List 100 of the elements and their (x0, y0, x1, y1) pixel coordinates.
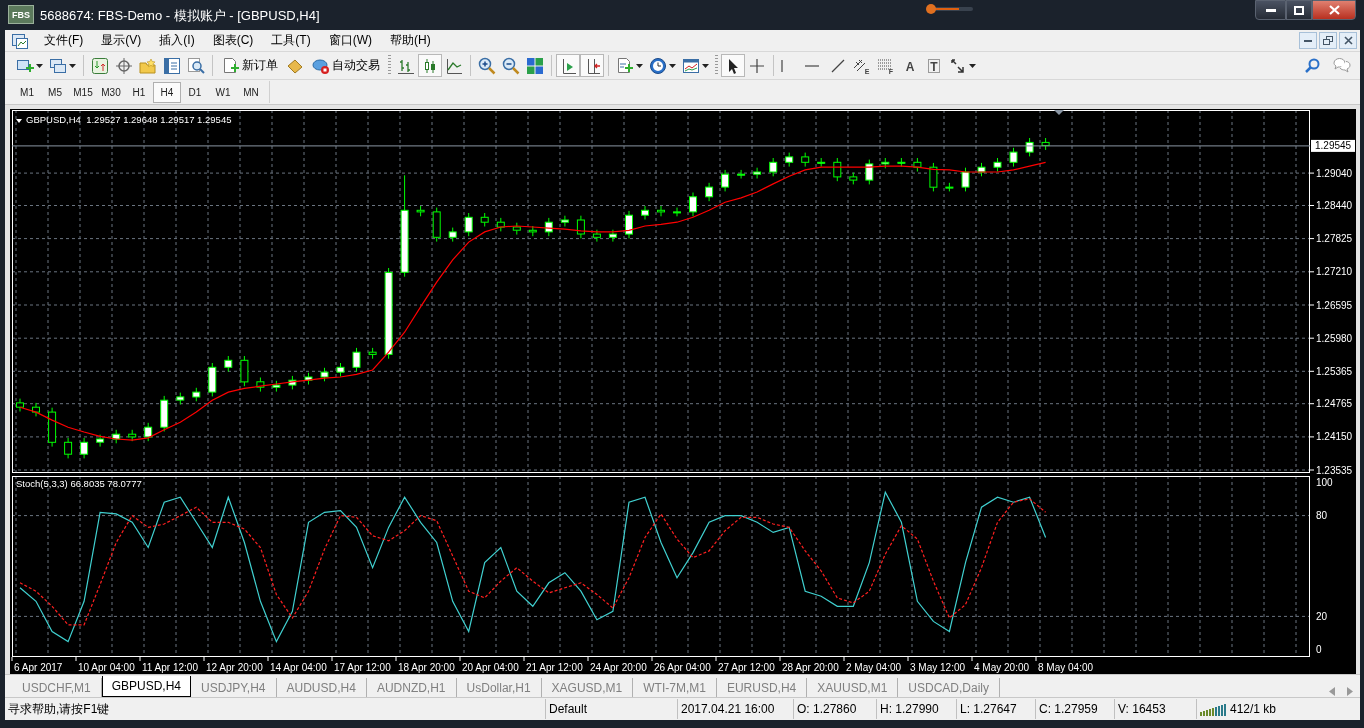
candlestick (96, 434, 105, 448)
candlestick (256, 377, 265, 393)
zoom-out-icon (502, 56, 520, 75)
axis-tick (715, 656, 717, 662)
close-icon (1328, 5, 1340, 15)
scroll-right-button[interactable] (1346, 684, 1354, 694)
caret-icon (969, 63, 976, 68)
menu-item[interactable]: 显示(V) (92, 30, 151, 51)
windows-icon (49, 56, 67, 75)
chart-window-icon (11, 31, 29, 50)
candlestick (1041, 137, 1050, 151)
axis-label: 1.28440 (1316, 200, 1353, 211)
new-order-button[interactable]: 新订单 (217, 54, 283, 77)
candlestick (833, 157, 842, 182)
timeframe-button[interactable]: M1 (13, 81, 41, 103)
arrows-icon (949, 56, 967, 75)
autotrading-button[interactable]: 自动交易 (307, 54, 385, 77)
traffic-text: 412/1 kb (1230, 702, 1277, 716)
app-logo: FBS (8, 5, 34, 24)
chart-tab[interactable]: USDCAD,Daily (898, 678, 1000, 697)
candlestick (320, 367, 329, 382)
close-button[interactable] (1312, 0, 1356, 20)
axis-label: 100 (1316, 476, 1333, 488)
chart-shift-button[interactable] (556, 54, 580, 77)
menu-item[interactable]: 工具(T) (262, 30, 320, 51)
menu-item[interactable]: 帮助(H) (381, 30, 440, 51)
candlestick (737, 169, 746, 179)
menu-item[interactable]: 插入(I) (150, 30, 204, 51)
maximize-button[interactable] (1286, 0, 1312, 20)
axis-tick (395, 656, 397, 662)
menu-item[interactable]: 窗口(W) (319, 30, 381, 51)
candlestick (336, 362, 345, 377)
minimize-button[interactable] (1255, 0, 1286, 20)
axis-label: 2 May 04:00 (846, 662, 902, 673)
axis-label: 4 May 20:00 (974, 662, 1030, 673)
minimize-icon (1304, 39, 1312, 42)
grid-icon (526, 56, 544, 75)
candlestick (416, 205, 425, 217)
axis-label: 11 Apr 12:00 (142, 662, 198, 673)
timeframe-button[interactable]: M30 (97, 81, 125, 103)
chart-tab[interactable]: XAGUSD,M1 (541, 678, 634, 697)
candlestick (817, 157, 826, 168)
candlestick (657, 205, 665, 217)
open-price: O: 1.27860 (793, 699, 876, 719)
axis-label: 1.24150 (1316, 431, 1353, 443)
minimize-button[interactable] (1299, 32, 1317, 49)
zoom-in-icon (478, 56, 496, 75)
axis-tick (1309, 238, 1315, 240)
timeframe-button[interactable]: H4 (153, 81, 181, 103)
line-chart-icon (445, 56, 463, 75)
caret-icon (702, 63, 709, 68)
menu-item[interactable]: 文件(F) (35, 30, 93, 51)
candlestick (304, 372, 313, 385)
candlestick (48, 407, 57, 448)
candlestick-button[interactable] (418, 54, 442, 77)
axis-tick (1035, 656, 1037, 662)
candlestick (881, 157, 890, 169)
chart-tab[interactable]: GBPUSD,H4 (101, 676, 192, 697)
scroll-left-button[interactable] (1328, 684, 1336, 694)
axis-tick (459, 656, 461, 662)
chart-tab[interactable]: AUDNZD,H1 (366, 678, 457, 697)
crosshair-circle-icon (115, 56, 133, 75)
candlestick (897, 157, 906, 168)
axis-tick (907, 656, 909, 662)
candlestick (576, 215, 585, 239)
autotrading-icon (312, 56, 330, 75)
chart-tab[interactable]: XAUUSD,M1 (807, 678, 899, 697)
indicator-header: Stoch(5,3,3) 66.8035 78.0777 (16, 478, 142, 489)
timeframe-button[interactable]: MN (237, 81, 265, 103)
timeframe-button[interactable]: H1 (125, 81, 153, 103)
axis-label: 6 Apr 2017 (14, 662, 63, 673)
timeframe-button[interactable]: M15 (69, 81, 97, 103)
chart-tab[interactable]: USDCHF,M1 (12, 678, 102, 697)
axis-label: 28 Apr 20:00 (782, 662, 839, 673)
cursor-button[interactable] (721, 54, 745, 77)
axis-label: 20 (1316, 610, 1328, 622)
axis-label: 10 Apr 04:00 (78, 662, 135, 673)
chart-window-icon (682, 56, 700, 75)
restore-button[interactable] (1319, 32, 1337, 49)
auto-scroll-button[interactable] (580, 54, 604, 77)
candlestick (528, 225, 537, 237)
timeframe-button[interactable]: W1 (209, 81, 237, 103)
candlestick (352, 347, 361, 373)
close-button[interactable] (1339, 32, 1357, 49)
timeframe-button[interactable]: D1 (181, 81, 209, 103)
axis-tick (779, 656, 781, 662)
menu-item[interactable]: 图表(C) (203, 30, 263, 51)
high-price: H: 1.27990 (876, 699, 956, 719)
timeframe-button[interactable]: M5 (41, 81, 69, 103)
candlestick (480, 212, 489, 227)
chart-tab[interactable]: UsDollar,H1 (456, 678, 542, 697)
axis-label: 18 Apr 20:00 (398, 662, 455, 673)
dropdown-triangle-icon (16, 119, 22, 123)
volume: V: 16453 (1114, 699, 1196, 719)
chart-tab[interactable]: WTI-7M,M1 (633, 678, 717, 697)
chart-tab[interactable]: AUDUSD,H4 (276, 678, 367, 697)
axis-label: 1.23535 (1316, 464, 1353, 475)
chart-tab[interactable]: USDJPY,H4 (191, 678, 277, 697)
candlestick (721, 169, 730, 192)
axis-label: 17 Apr 12:00 (334, 662, 391, 673)
